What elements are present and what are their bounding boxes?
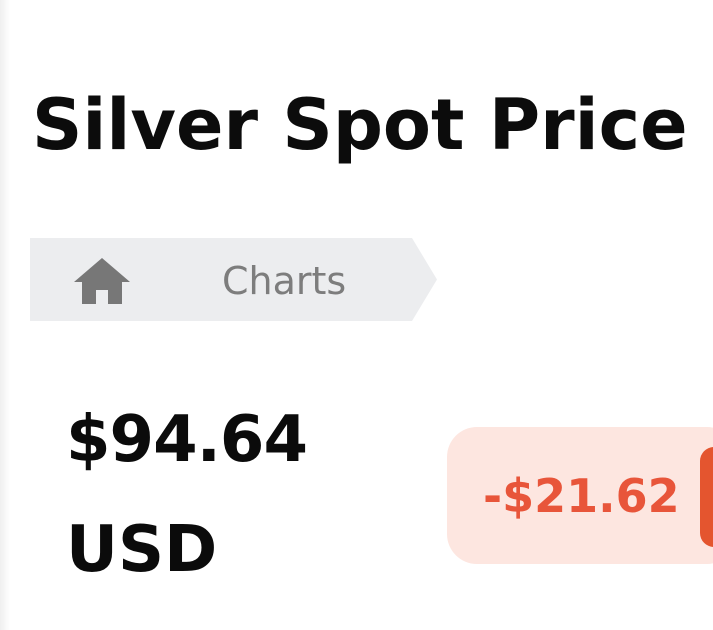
price-change-badge: -$21.62: [447, 427, 713, 564]
spot-price-value: $94.64: [66, 403, 308, 477]
page: Silver Spot Price Charts $94.64 USD -$21…: [0, 0, 713, 630]
price-change-percent-pill: [700, 447, 713, 547]
left-edge-shadow: [0, 0, 10, 630]
home-icon: [74, 258, 130, 304]
spot-price-currency: USD: [66, 513, 218, 587]
breadcrumb-home-link[interactable]: [72, 256, 132, 306]
breadcrumb: Charts: [30, 238, 440, 321]
price-change-amount: -$21.62: [483, 469, 680, 523]
breadcrumb-item-charts[interactable]: Charts: [222, 258, 346, 304]
page-title: Silver Spot Price: [32, 84, 688, 166]
